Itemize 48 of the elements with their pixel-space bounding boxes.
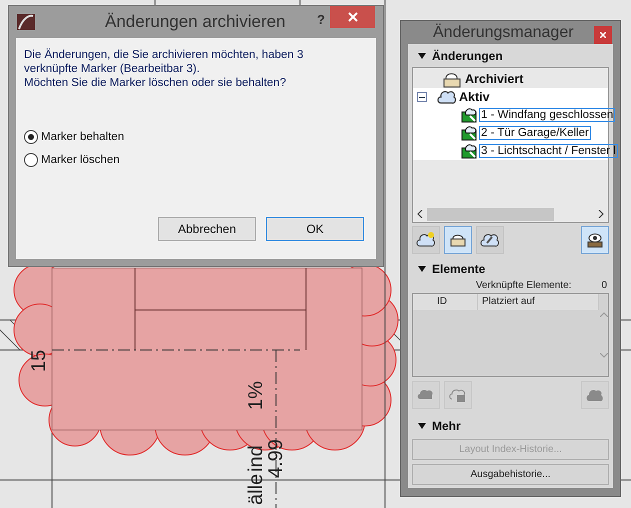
section-header[interactable]: Änderungen (412, 47, 609, 65)
scrollbar-thumb[interactable] (427, 208, 554, 220)
app-logo-icon (17, 14, 35, 30)
dialog-message: Die Änderungen, die Sie archivieren möchten, haben 3 verknüpfte Marker (Bearbeitbar 3). (24, 48, 304, 76)
column-header[interactable]: ID (413, 294, 478, 310)
section-header[interactable]: Elemente (412, 260, 609, 278)
dimension-label: 1% (245, 381, 267, 410)
dimension-label: 15 (28, 350, 50, 372)
radio-label[interactable]: Marker löschen (41, 154, 120, 166)
dimension-label: ind (245, 445, 267, 472)
section-header[interactable]: Mehr (412, 417, 609, 435)
close-icon (600, 32, 606, 38)
radio-label[interactable]: Marker behalten (41, 131, 124, 143)
tree-item[interactable]: 1 - Windfang geschlossen (479, 108, 616, 122)
dialog-button[interactable]: Abbrechen (158, 217, 256, 241)
linked-elements-count: 0 (601, 280, 607, 291)
column-header[interactable]: Platziert auf (478, 294, 599, 310)
dialog-button[interactable]: OK (266, 217, 364, 241)
cloud-minus-icon (449, 387, 467, 403)
radio-button[interactable] (24, 153, 38, 167)
toolbar-button[interactable] (581, 226, 609, 254)
toolbar-button[interactable] (476, 226, 504, 254)
close-button[interactable] (330, 6, 375, 28)
linked-elements-label: Verknüpfte Elemente: (476, 280, 572, 291)
close-button[interactable] (594, 26, 612, 44)
dialog-title: Änderungen archivieren (105, 12, 286, 32)
history-button[interactable]: Ausgabehistorie... (412, 464, 609, 485)
palette-title: Änderungsmanager (433, 24, 574, 42)
scroll-right-icon[interactable] (598, 210, 604, 218)
toolbar-button[interactable] (412, 226, 440, 254)
cloud-icon (586, 387, 604, 403)
tree-item[interactable]: 2 - Tür Garage/Keller (479, 126, 591, 140)
tree-item[interactable]: Aktiv (457, 89, 492, 105)
tree-item[interactable]: Archiviert (463, 71, 526, 87)
dialog-message: Möchten Sie die Marker löschen oder sie behalten? (24, 76, 288, 90)
collapse-toggle[interactable] (417, 92, 427, 102)
scroll-left-icon[interactable] (417, 210, 423, 218)
cloud-icon (437, 88, 457, 106)
cloud-clip-icon (480, 231, 500, 249)
help-button[interactable]: ? (317, 12, 325, 27)
eye-stamp-icon (585, 231, 605, 249)
dimension-label: älle (245, 474, 267, 505)
dimension-label: 4.99 (265, 439, 287, 478)
toolbar-button[interactable] (444, 226, 472, 254)
tree-item[interactable]: 3 - Lichtschacht / Fenster l (479, 144, 618, 158)
radio-button[interactable] (24, 130, 38, 144)
cloud-star-icon (416, 231, 436, 249)
close-icon (348, 12, 358, 22)
